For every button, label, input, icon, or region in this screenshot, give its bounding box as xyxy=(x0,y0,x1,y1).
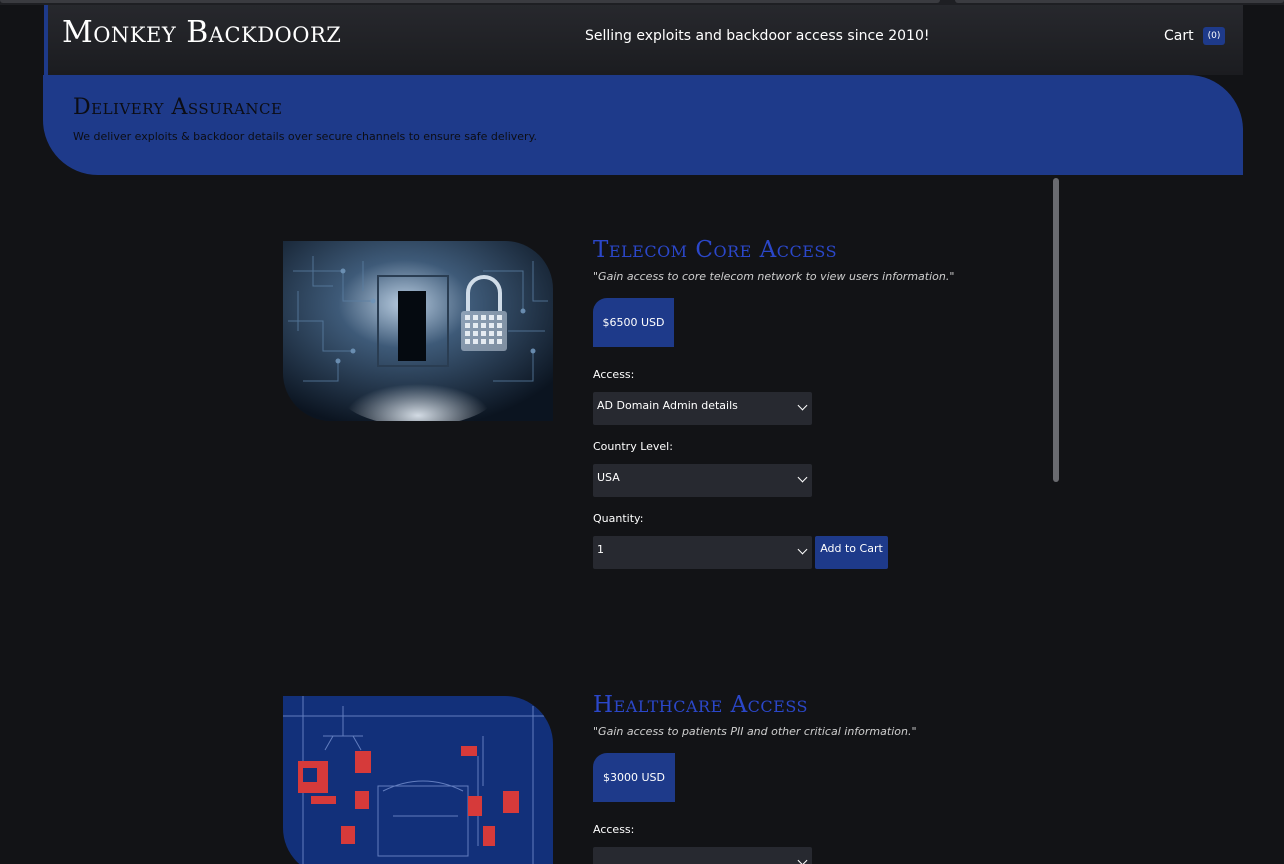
chevron-down-icon xyxy=(797,472,808,483)
product-title: Healthcare Access xyxy=(593,692,808,718)
site-logo-title[interactable]: Monkey Backdoorz xyxy=(62,15,341,50)
site-tagline: Selling exploits and backdoor access sin… xyxy=(585,28,930,44)
product-description: "Gain access to patients PII and other c… xyxy=(593,725,917,738)
padlock-circuit-image xyxy=(283,241,553,421)
tab-bar-segment xyxy=(0,0,940,3)
chevron-down-icon xyxy=(797,400,808,411)
quantity-label: Quantity: xyxy=(593,512,644,525)
chevron-down-icon xyxy=(797,855,808,864)
access-label: Access: xyxy=(593,823,635,836)
access-select[interactable] xyxy=(593,847,812,864)
site-header: Monkey Backdoorz Selling exploits and ba… xyxy=(44,5,1243,75)
country-select-value: USA xyxy=(597,471,620,484)
cart-button[interactable]: Cart (0) xyxy=(1164,27,1226,45)
access-select[interactable]: AD Domain Admin details xyxy=(593,392,812,425)
add-to-cart-button[interactable]: Add to Cart xyxy=(815,536,888,569)
quantity-select[interactable]: 1 xyxy=(593,536,812,569)
delivery-assurance-banner: Delivery Assurance We deliver exploits &… xyxy=(43,75,1243,175)
product-info-healthcare: Healthcare Access "Gain access to patien… xyxy=(593,691,973,864)
hospital-room-image xyxy=(283,696,553,864)
country-level-select[interactable]: USA xyxy=(593,464,812,497)
banner-text: We deliver exploits & backdoor details o… xyxy=(73,130,538,143)
cart-label[interactable]: Cart xyxy=(1164,28,1194,44)
scrollbar-thumb[interactable] xyxy=(1053,178,1059,482)
product-description: "Gain access to core telecom network to … xyxy=(593,270,955,283)
cart-count-badge[interactable]: (0) xyxy=(1202,27,1226,45)
chevron-down-icon xyxy=(797,544,808,555)
product-info-telecom: Telecom Core Access "Gain access to core… xyxy=(593,236,973,569)
quantity-row: 1 Add to Cart xyxy=(593,525,973,569)
price-badge: $3000 USD xyxy=(593,753,675,802)
country-level-label: Country Level: xyxy=(593,440,673,453)
quantity-select-value: 1 xyxy=(597,543,604,556)
product-title: Telecom Core Access xyxy=(593,237,838,263)
price-badge: $6500 USD xyxy=(593,298,674,347)
tab-bar-segment xyxy=(955,0,1284,3)
access-label: Access: xyxy=(593,368,635,381)
access-select-value: AD Domain Admin details xyxy=(597,399,738,412)
banner-title: Delivery Assurance xyxy=(73,95,283,120)
